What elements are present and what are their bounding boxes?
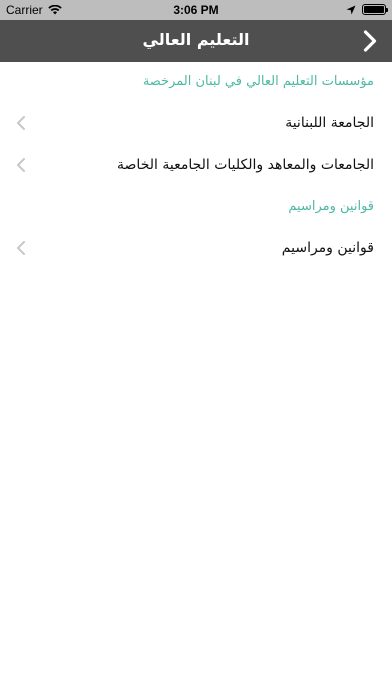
list-item-laws-decrees[interactable]: قوانين ومراسيم <box>0 227 392 269</box>
chevron-left-icon <box>17 116 25 130</box>
chevron-left-icon <box>17 241 25 255</box>
nav-bar: التعليم العالي <box>0 20 392 62</box>
status-time: 3:06 PM <box>173 3 219 17</box>
list-item-private-universities[interactable]: الجامعات والمعاهد والكليات الجامعية الخا… <box>0 144 392 186</box>
list-item-label: الجامعة اللبنانية <box>285 115 374 131</box>
status-bar: Carrier 3:06 PM <box>0 0 392 20</box>
page-title: التعليم العالي <box>142 30 250 49</box>
section-header-laws: قوانين ومراسيم <box>288 199 374 214</box>
list-item-label: قوانين ومراسيم <box>281 240 374 256</box>
status-right <box>346 4 388 15</box>
location-arrow-icon <box>346 5 356 14</box>
chevron-left-icon <box>17 158 25 172</box>
battery-icon <box>362 4 388 15</box>
section-header-institutions: مؤسسات التعليم العالي في لبنان المرخصة <box>142 74 374 89</box>
back-button[interactable] <box>358 28 382 54</box>
chevron-right-icon <box>363 30 377 52</box>
list-item-label: الجامعات والمعاهد والكليات الجامعية الخا… <box>117 157 374 173</box>
list-item-lebanese-university[interactable]: الجامعة اللبنانية <box>0 102 392 144</box>
